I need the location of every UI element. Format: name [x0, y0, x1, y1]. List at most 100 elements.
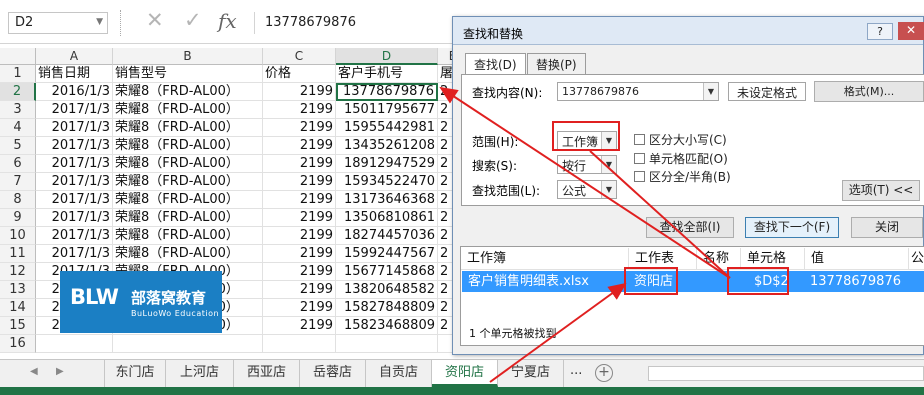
cell-model[interactable]: 荣耀8（FRD-AL00） — [113, 173, 263, 191]
cell-price[interactable]: 2199 — [263, 299, 336, 317]
row-header[interactable]: 5 — [0, 137, 36, 155]
cell-date[interactable] — [36, 335, 113, 353]
close-button[interactable]: 关闭 — [851, 217, 923, 238]
cell-price[interactable]: 2199 — [263, 173, 336, 191]
find-next-button[interactable]: 查找下一个(F) — [745, 217, 839, 238]
cell-model[interactable]: 荣耀8（FRD-AL00） — [113, 227, 263, 245]
select-all-corner[interactable] — [0, 48, 36, 65]
cell-price[interactable]: 2199 — [263, 101, 336, 119]
cell-price[interactable]: 2199 — [263, 137, 336, 155]
dialog-titlebar[interactable]: 查找和替换 ? ✕ — [453, 17, 924, 45]
formula-input[interactable]: 13778679876 — [254, 12, 454, 34]
cell-price[interactable]: 2199 — [263, 263, 336, 281]
cell-date[interactable]: 2017/1/3 — [36, 119, 113, 137]
match-case-checkbox[interactable]: 区分大小写(C) — [634, 131, 727, 148]
results-header-formula[interactable]: 公 — [909, 248, 924, 270]
row-header[interactable]: 8 — [0, 191, 36, 209]
cell-phone[interactable]: 15955442981 — [336, 119, 438, 137]
header-cell-phone[interactable]: 客户手机号 — [336, 65, 438, 83]
cell-price[interactable]: 2199 — [263, 191, 336, 209]
cell-date[interactable]: 2016/1/3 — [36, 83, 113, 101]
horizontal-scrollbar[interactable] — [648, 366, 924, 381]
cell-phone[interactable]: 13820648582 — [336, 281, 438, 299]
cell-date[interactable]: 2017/1/3 — [36, 209, 113, 227]
row-header[interactable]: 10 — [0, 227, 36, 245]
scroll-left-icon[interactable]: ◀ — [30, 366, 38, 377]
sheet-tab-xiya[interactable]: 西亚店 — [234, 360, 300, 387]
cell-date[interactable]: 2017/1/3 — [36, 155, 113, 173]
row-header[interactable]: 9 — [0, 209, 36, 227]
help-icon[interactable]: ? — [867, 23, 893, 40]
sheet-tab-yuerong[interactable]: 岳蓉店 — [300, 360, 366, 387]
tab-replace[interactable]: 替换(P) — [527, 53, 586, 74]
chevron-down-icon[interactable]: ▼ — [601, 156, 616, 173]
row-header[interactable]: 4 — [0, 119, 36, 137]
checkbox-box[interactable] — [634, 153, 645, 164]
results-list[interactable]: 工作簿 工作表 名称 单元格 值 公 客户销售明细表.xlsx 资阳店 $D$2… — [460, 246, 924, 346]
search-select[interactable]: 按行 ▼ — [557, 155, 617, 174]
add-sheet-icon[interactable]: + — [595, 364, 613, 382]
column-header-b[interactable]: B — [113, 48, 263, 65]
cell-phone[interactable]: 18912947529 — [336, 155, 438, 173]
sheet-tab-ziyang[interactable]: 资阳店 — [432, 360, 498, 387]
cell-phone[interactable]: 13506810861 — [336, 209, 438, 227]
cell-model[interactable]: 荣耀8（FRD-AL00） — [113, 155, 263, 173]
cell-price[interactable]: 2199 — [263, 245, 336, 263]
look-in-select[interactable]: 公式 ▼ — [557, 180, 617, 199]
enter-icon[interactable]: ✓ — [184, 8, 202, 32]
cancel-icon[interactable]: ✕ — [146, 8, 164, 32]
row-header[interactable]: 15 — [0, 317, 36, 335]
sheet-tab-shanghe[interactable]: 上河店 — [166, 360, 234, 387]
cell-phone[interactable]: 15823468809 — [336, 317, 438, 335]
checkbox-box[interactable] — [634, 134, 645, 145]
row-header[interactable]: 3 — [0, 101, 36, 119]
scroll-right-icon[interactable]: ▶ — [56, 366, 64, 377]
header-cell-price[interactable]: 价格 — [263, 65, 336, 83]
cell-model[interactable]: 荣耀8（FRD-AL00） — [113, 245, 263, 263]
cell-model[interactable]: 荣耀8（FRD-AL00） — [113, 191, 263, 209]
cell-date[interactable]: 2017/1/3 — [36, 191, 113, 209]
column-header-d[interactable]: D — [336, 48, 438, 65]
chevron-down-icon[interactable]: ▼ — [703, 83, 718, 100]
row-header[interactable]: 6 — [0, 155, 36, 173]
results-header-value[interactable]: 值 — [805, 248, 909, 270]
cell-model[interactable]: 荣耀8（FRD-AL00） — [113, 119, 263, 137]
row-header[interactable]: 2 — [0, 83, 36, 101]
cell-date[interactable]: 2017/1/3 — [36, 227, 113, 245]
cell-phone[interactable]: 13435261208 — [336, 137, 438, 155]
cell-price[interactable]: 2199 — [263, 317, 336, 335]
name-box[interactable]: D2 ▼ — [8, 12, 108, 34]
cell-model[interactable]: 荣耀8（FRD-AL00） — [113, 137, 263, 155]
find-what-input[interactable]: 13778679876 ▼ — [557, 82, 719, 101]
sheet-tab-dongmen[interactable]: 东门店 — [104, 360, 166, 387]
match-width-checkbox[interactable]: 区分全/半角(B) — [634, 168, 731, 185]
cell-model[interactable]: 荣耀8（FRD-AL00） — [113, 101, 263, 119]
cell-phone[interactable]: 18274457036 — [336, 227, 438, 245]
row-header[interactable]: 14 — [0, 299, 36, 317]
format-button[interactable]: 格式(M)... — [814, 81, 924, 102]
cell-date[interactable]: 2017/1/3 — [36, 101, 113, 119]
row-header[interactable]: 7 — [0, 173, 36, 191]
cell-date[interactable]: 2017/1/3 — [36, 137, 113, 155]
column-header-a[interactable]: A — [36, 48, 113, 65]
cell-price[interactable]: 2199 — [263, 155, 336, 173]
cell-price[interactable]: 2199 — [263, 83, 336, 101]
cell-phone[interactable]: 15827848809 — [336, 299, 438, 317]
chevron-down-icon[interactable]: ▼ — [96, 17, 103, 27]
cell-phone[interactable] — [336, 335, 438, 353]
cell-price[interactable]: 2199 — [263, 281, 336, 299]
row-header[interactable]: 11 — [0, 245, 36, 263]
sheet-tab-ningxia[interactable]: 宁夏店 — [498, 360, 564, 387]
chevron-down-icon[interactable]: ▼ — [601, 181, 616, 198]
row-header[interactable]: 13 — [0, 281, 36, 299]
match-cell-checkbox[interactable]: 单元格匹配(O) — [634, 150, 728, 167]
tab-find[interactable]: 查找(D) — [465, 53, 526, 75]
find-all-button[interactable]: 查找全部(I) — [646, 217, 734, 238]
cell-phone[interactable]: 15992447567 — [336, 245, 438, 263]
checkbox-box[interactable] — [634, 171, 645, 182]
fx-icon[interactable]: fx — [218, 9, 237, 33]
results-row[interactable]: 客户销售明细表.xlsx 资阳店 $D$2 13778679876 — [462, 271, 924, 292]
options-button[interactable]: 选项(T) << — [842, 180, 920, 201]
cell-date[interactable]: 2017/1/3 — [36, 245, 113, 263]
close-icon[interactable]: ✕ — [898, 22, 924, 40]
